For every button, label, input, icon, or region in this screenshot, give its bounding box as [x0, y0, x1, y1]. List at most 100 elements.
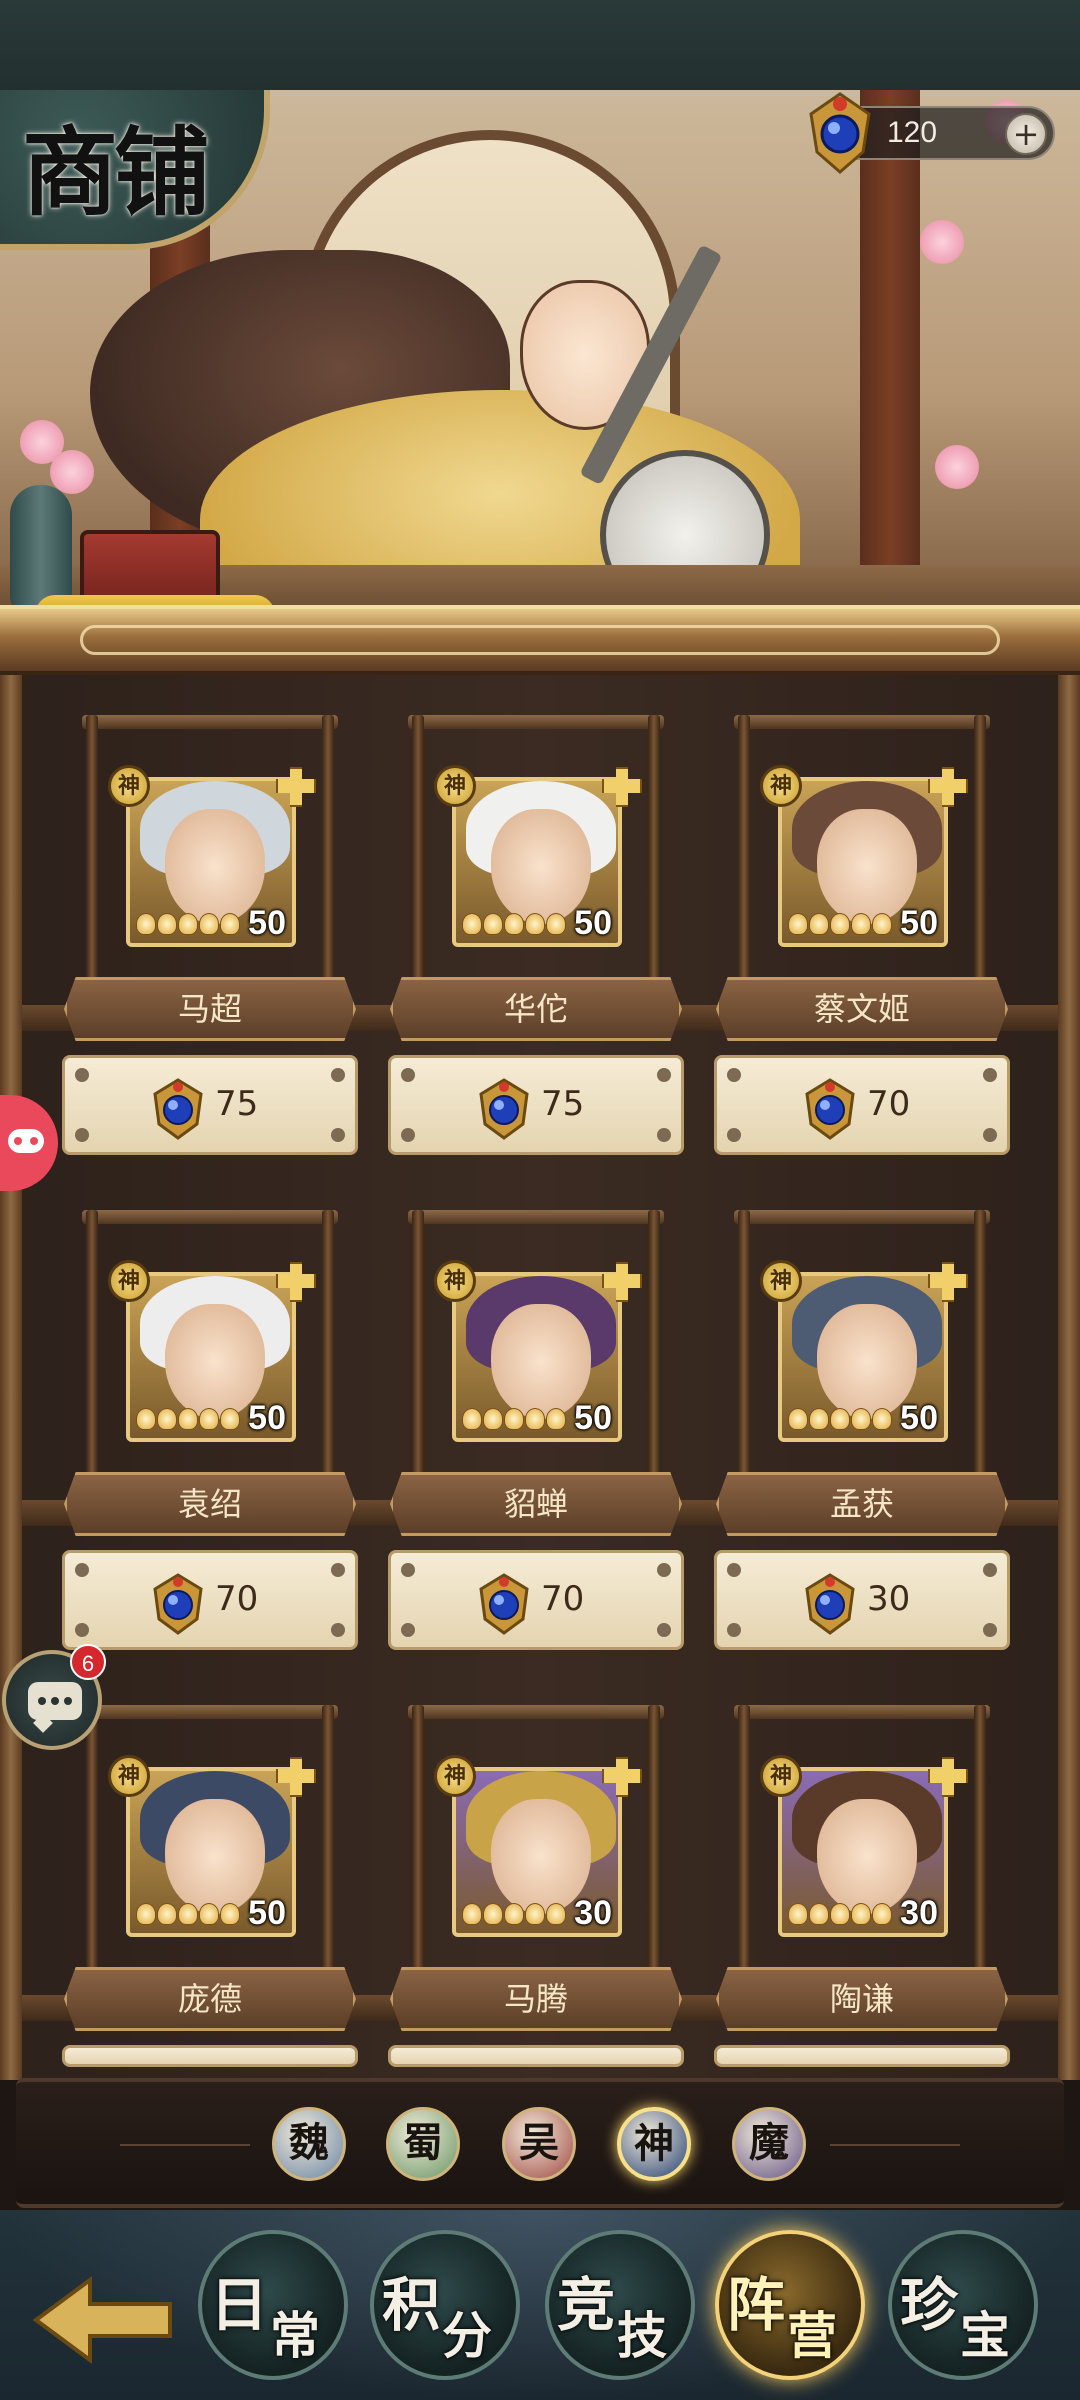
- faction-filter-3[interactable]: 吴: [502, 2107, 576, 2181]
- star-icon: [851, 913, 871, 935]
- hero-shop-item[interactable]: 50 神袁绍 70: [62, 1210, 358, 1660]
- hero-portrait[interactable]: 50: [778, 1272, 948, 1442]
- star-icon: [504, 913, 524, 935]
- display-rail: [82, 715, 338, 729]
- hero-name: 袁绍: [177, 1485, 242, 1523]
- hero-name: 蔡文姬: [813, 990, 910, 1028]
- blossom-decoration: [50, 450, 94, 494]
- chat-bubble-icon: [28, 1682, 82, 1720]
- faction-badge: 神: [108, 1755, 150, 1797]
- hero-portrait[interactable]: 50: [126, 1272, 296, 1442]
- faction-filter-5[interactable]: 魔: [732, 2107, 806, 2181]
- faction-filter-2[interactable]: 蜀: [386, 2107, 460, 2181]
- star-icon: [525, 1903, 545, 1925]
- hero-level: 50: [574, 1399, 612, 1437]
- hero-shop-item[interactable]: 50 神蔡文姬 70: [714, 715, 1010, 1165]
- hero-name: 马超: [177, 990, 242, 1028]
- faction-badge: 神: [760, 765, 802, 807]
- hero-name: 华佗: [503, 990, 568, 1028]
- star-icon: [788, 913, 808, 935]
- tab-label-sub: 营: [787, 2306, 837, 2365]
- add-currency-button[interactable]: +: [1005, 113, 1047, 155]
- tab-label-sub: 分: [442, 2306, 492, 2365]
- star-icon: [525, 913, 545, 935]
- buy-button[interactable]: [62, 2045, 358, 2067]
- star-rating: [136, 1408, 246, 1432]
- blue-gem-icon: [809, 92, 871, 174]
- display-post: [322, 715, 334, 990]
- tab-label-sub: 常: [270, 2306, 320, 2365]
- page-title: 商铺: [22, 116, 210, 229]
- display-post: [738, 1210, 750, 1485]
- hero-shop-item[interactable]: 50 神华佗 75: [388, 715, 684, 1165]
- buy-button[interactable]: 30: [714, 1550, 1010, 1650]
- display-rail: [408, 1210, 664, 1224]
- star-rating: [462, 913, 572, 937]
- currency-amount: 120: [887, 116, 938, 149]
- hero-portrait[interactable]: 30: [778, 1767, 948, 1937]
- filter-divider: [830, 2144, 960, 2146]
- hero-portrait[interactable]: 50: [778, 777, 948, 947]
- tab-label-main: 积: [382, 2271, 441, 2339]
- star-icon: [136, 913, 156, 935]
- display-post: [648, 1705, 660, 1980]
- star-icon: [546, 1408, 566, 1430]
- hero-portrait[interactable]: 50: [126, 777, 296, 947]
- display-post: [648, 1210, 660, 1485]
- hero-name: 马腾: [503, 1980, 568, 2018]
- buy-button[interactable]: 70: [714, 1055, 1010, 1155]
- star-icon: [462, 1903, 482, 1925]
- chat-button[interactable]: 6: [2, 1644, 106, 1750]
- star-rating: [462, 1903, 572, 1927]
- faction-badge: 神: [108, 765, 150, 807]
- star-icon: [220, 913, 240, 935]
- star-icon: [851, 1903, 871, 1925]
- display-post: [412, 1705, 424, 1980]
- buy-button[interactable]: 70: [62, 1550, 358, 1650]
- buy-button[interactable]: 75: [388, 1055, 684, 1155]
- display-rail: [408, 1705, 664, 1719]
- shop-tab-2[interactable]: 积分: [370, 2230, 520, 2380]
- star-icon: [788, 1903, 808, 1925]
- star-icon: [809, 1408, 829, 1430]
- display-post: [322, 1210, 334, 1485]
- hero-shop-item[interactable]: 50 神貂蝉 70: [388, 1210, 684, 1660]
- hero-shop-item[interactable]: 50 神孟获 30: [714, 1210, 1010, 1660]
- status-bar-area: [0, 0, 1080, 90]
- star-icon: [546, 1903, 566, 1925]
- faction-badge: 神: [760, 1755, 802, 1797]
- star-icon: [809, 913, 829, 935]
- shop-tab-5[interactable]: 珍宝: [888, 2230, 1038, 2380]
- hero-nameplate: 貂蝉: [390, 1472, 682, 1536]
- buy-button[interactable]: [388, 2045, 684, 2067]
- currency-counter[interactable]: 120 +: [809, 92, 1055, 174]
- hero-level: 50: [248, 1399, 286, 1437]
- display-rail: [82, 1210, 338, 1224]
- shop-tab-4[interactable]: 阵营: [715, 2230, 865, 2380]
- price-value: 70: [867, 1084, 911, 1124]
- hero-level: 50: [248, 1894, 286, 1932]
- shelf-cornice-ornament: [80, 625, 1000, 655]
- shop-tab-3[interactable]: 竞技: [545, 2230, 695, 2380]
- filter-divider: [120, 2144, 250, 2146]
- hero-portrait[interactable]: 50: [126, 1767, 296, 1937]
- buy-button[interactable]: 70: [388, 1550, 684, 1650]
- faction-filter-1[interactable]: 魏: [272, 2107, 346, 2181]
- star-icon: [851, 1408, 871, 1430]
- star-rating: [136, 913, 246, 937]
- back-arrow-icon[interactable]: [30, 2270, 180, 2370]
- buy-button[interactable]: [714, 2045, 1010, 2067]
- star-icon: [178, 1408, 198, 1430]
- tab-label-main: 竞: [557, 2271, 616, 2339]
- price-value: 75: [541, 1084, 585, 1124]
- star-icon: [220, 1408, 240, 1430]
- buy-button[interactable]: 75: [62, 1055, 358, 1155]
- hero-shop-item[interactable]: 50 神马超 75: [62, 715, 358, 1165]
- shop-tab-1[interactable]: 日常: [198, 2230, 348, 2380]
- hero-nameplate: 华佗: [390, 977, 682, 1041]
- faction-filter-4[interactable]: 神: [617, 2107, 691, 2181]
- hero-portrait[interactable]: 50: [452, 777, 622, 947]
- hero-portrait[interactable]: 30: [452, 1767, 622, 1937]
- shelf-side-post: [1058, 675, 1080, 2080]
- hero-portrait[interactable]: 50: [452, 1272, 622, 1442]
